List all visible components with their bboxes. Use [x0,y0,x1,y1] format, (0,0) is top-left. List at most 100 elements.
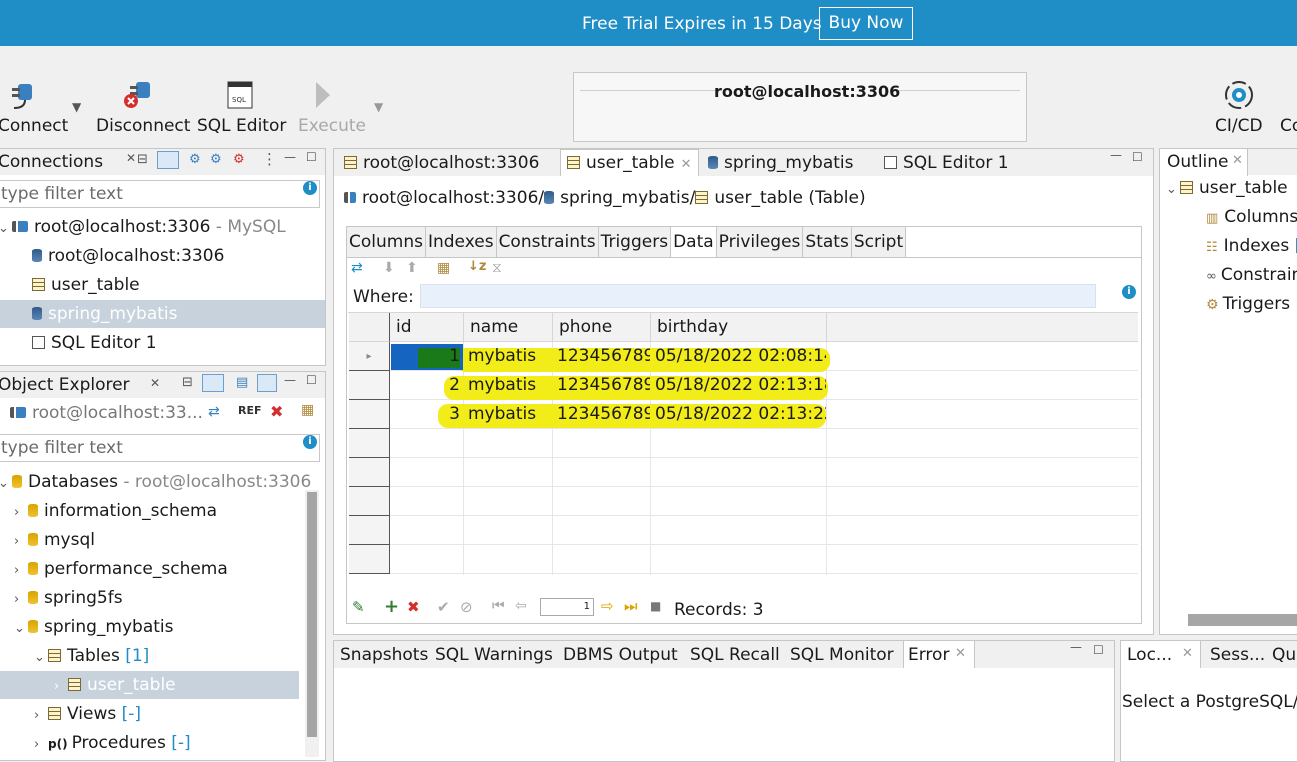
row-header[interactable] [349,400,390,429]
minimize-icon[interactable]: — [1110,148,1122,162]
cicd-button[interactable]: CI/CD [1215,116,1263,136]
tree-item-procedures[interactable]: › p() Procedures [-] [34,729,191,757]
cell-name[interactable]: mybatis [468,342,552,371]
sort-icon[interactable]: ↓z [468,259,486,274]
tree-item-user-table[interactable]: user_table [32,271,140,299]
chevron-right-icon[interactable]: › [14,499,28,527]
cell-phone[interactable]: 123456789 [557,371,650,400]
execute-button[interactable]: Execute [298,116,366,136]
subtab-constraints[interactable]: Constraints [497,227,599,257]
tab-dbms-output[interactable]: DBMS Output [563,645,678,665]
tree-item-spring-mybatis[interactable]: spring_mybatis [0,300,325,328]
outline-item-triggers[interactable]: ⚙ Triggers [1206,290,1290,318]
stop-icon[interactable]: ■ [650,599,661,613]
chevron-right-icon[interactable]: › [14,586,28,614]
tree-item-sql-editor[interactable]: SQL Editor 1 [32,329,157,357]
cell-birthday[interactable]: 05/18/2022 02:13:18 [655,371,826,400]
outline-item-indexes[interactable]: ☷Indexes [ [1206,232,1297,260]
filter-toggle-icon[interactable] [257,374,277,392]
chevron-right-icon[interactable]: › [14,528,28,556]
cell-id[interactable]: 3 [390,400,462,429]
cell-name[interactable]: mybatis [468,371,552,400]
disconnect-small-icon[interactable]: ⚙ [233,152,245,167]
connections-filter-input[interactable]: type filter text [0,180,320,208]
column-header-phone[interactable]: phone [553,313,651,342]
minimize-icon[interactable]: — [284,150,296,164]
disconnect-icon[interactable] [122,80,158,115]
breadcrumb-table[interactable]: user_table (Table) [714,188,865,208]
connect-dropdown-icon[interactable]: ▼ [72,100,81,114]
row-header[interactable] [349,371,390,400]
properties-icon[interactable]: ▦ [301,402,314,418]
add-row-icon[interactable]: + [384,596,399,617]
collapse-all-icon[interactable]: ⊟ [182,375,193,390]
cancel-icon[interactable]: ⊘ [460,598,473,616]
chevron-right-icon[interactable]: › [34,702,48,730]
tree-item-db[interactable]: › information_schema [14,497,217,525]
minimize-icon[interactable]: — [1070,640,1082,654]
tab-spring-mybatis[interactable]: spring_mybatis [702,150,860,176]
execute-icon[interactable] [313,80,333,115]
object-explorer-connection[interactable]: root@localhost:33... [10,399,203,427]
refresh-icon[interactable]: ⇄ [351,260,363,276]
where-input[interactable] [420,284,1096,308]
tab-sql-monitor[interactable]: SQL Monitor [790,645,894,665]
sql-editor-button[interactable]: SQL Editor [197,116,286,136]
sql-editor-icon[interactable]: SQL [226,80,256,115]
tree-item-db[interactable]: › mysql [14,526,95,554]
subtab-data[interactable]: Data [671,227,717,257]
chevron-right-icon[interactable]: › [34,731,48,759]
column-header-id[interactable]: id [390,313,464,342]
export-icon[interactable]: ⬆ [406,260,418,276]
outline-root[interactable]: ⌄ user_table [1166,174,1288,202]
cell-birthday[interactable]: 05/18/2022 02:13:22 [655,400,826,429]
view-menu-icon[interactable]: ⋮ [262,150,277,168]
row-header[interactable] [349,458,390,487]
apply-icon[interactable]: ✔ [437,598,450,616]
ref-icon[interactable]: REF [238,404,262,417]
cell-id[interactable]: 1 [390,342,462,371]
tree-item-table-user-table[interactable]: › user_table [0,671,299,699]
connect-icon[interactable] [8,80,42,115]
close-icon[interactable]: ✕ [150,376,160,390]
maximize-icon[interactable]: ☐ [1093,643,1104,657]
outline-item-constraints[interactable]: ∞ Constrain [1206,261,1297,289]
tab-error[interactable]: Error [908,645,949,665]
object-filter-input[interactable]: type filter text [0,434,320,462]
maximize-icon[interactable]: ☐ [306,150,317,164]
first-page-icon[interactable]: ⏮ [492,598,505,614]
tab-root-connection[interactable]: root@localhost:3306 [338,150,545,176]
column-header-birthday[interactable]: birthday [651,313,827,342]
chevron-down-icon[interactable]: ⌄ [0,215,12,243]
tree-item-databases[interactable]: ⌄ Databases - root@localhost:3306 [0,468,311,496]
tab-sql-warnings[interactable]: SQL Warnings [435,645,553,665]
close-icon[interactable]: ✕ [681,157,692,172]
subtab-script[interactable]: Script [852,227,907,257]
tab-sessions[interactable]: Sess... [1210,645,1265,665]
link-editor-icon[interactable] [157,151,179,169]
outline-item-columns[interactable]: ▥ Columns [1206,203,1297,231]
row-header[interactable] [349,516,390,545]
columns-icon[interactable]: ▦ [437,260,450,276]
object-explorer-title[interactable]: Object Explorer [0,375,130,395]
cicd-icon[interactable] [1222,78,1256,117]
tab-sql-recall[interactable]: SQL Recall [690,645,780,665]
tab-quick[interactable]: Qui [1272,645,1297,665]
refresh-icon[interactable]: ▤ [236,375,248,390]
delete-row-icon[interactable]: ✖ [407,598,420,616]
row-header[interactable] [349,545,390,574]
cell-phone[interactable]: 123456789 [557,400,650,429]
scrollbar-thumb[interactable] [307,492,317,737]
buy-now-button[interactable]: Buy Now [819,7,913,40]
execute-dropdown-icon[interactable]: ▼ [374,100,383,114]
tree-item-connection[interactable]: root@localhost:3306 [32,242,224,270]
cell-phone[interactable]: 123456789 [557,342,650,371]
breadcrumb-database[interactable]: spring_mybatis/ [560,188,695,208]
breadcrumb-connection[interactable]: root@localhost:3306/ [362,188,544,208]
tab-locks[interactable]: Loc... [1127,645,1172,665]
chevron-down-icon[interactable]: ⌄ [34,644,48,672]
page-number-input[interactable]: 1 [540,598,594,616]
chevron-down-icon[interactable]: ⌄ [1166,176,1180,204]
import-icon[interactable]: ⬇ [383,260,395,276]
tree-item-tables[interactable]: ⌄ Tables [1] [34,642,149,670]
